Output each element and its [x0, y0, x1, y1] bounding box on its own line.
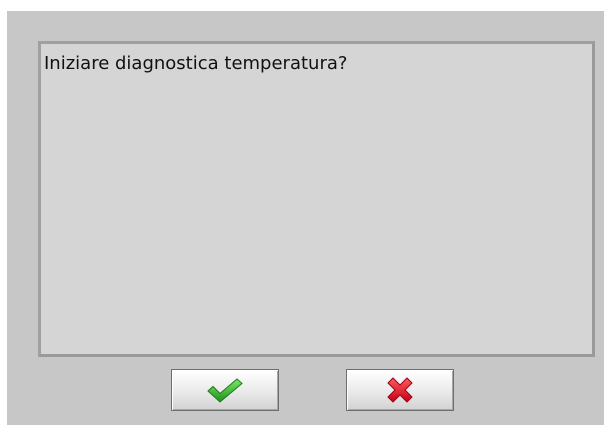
cancel-button[interactable]	[346, 369, 454, 411]
confirm-button[interactable]	[171, 369, 279, 411]
x-icon	[385, 375, 415, 405]
message-panel: Iniziare diagnostica temperatura?	[38, 41, 595, 357]
dialog-message: Iniziare diagnostica temperatura?	[44, 53, 348, 74]
dialog: Iniziare diagnostica temperatura?	[7, 11, 604, 425]
checkmark-icon	[206, 377, 244, 403]
